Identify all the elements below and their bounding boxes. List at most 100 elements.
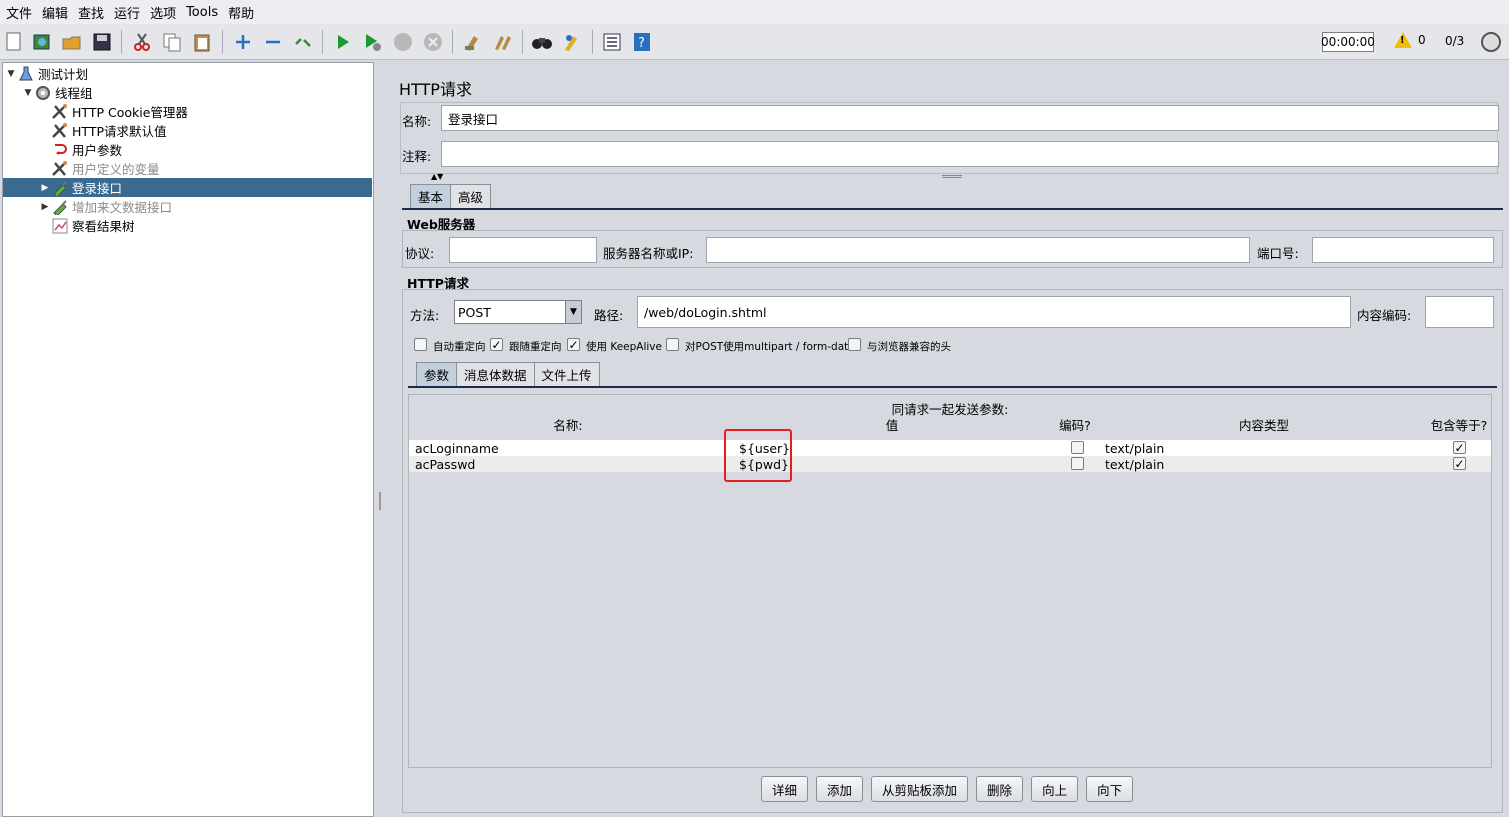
protocol-input[interactable] <box>449 237 597 263</box>
keepalive-checkbox[interactable]: ✓ <box>567 338 580 351</box>
param-encode-checkbox[interactable] <box>1071 457 1084 470</box>
open-icon[interactable] <box>61 31 83 53</box>
tab-basic[interactable]: 基本 <box>410 184 452 208</box>
copy-icon[interactable] <box>161 31 183 53</box>
table-row[interactable]: acPasswd ${pwd} text/plain ✓ <box>409 456 1491 472</box>
stop-icon[interactable] <box>392 31 414 53</box>
tree-node[interactable]: HTTP请求默认值 <box>39 121 167 140</box>
splitter[interactable] <box>375 62 385 817</box>
save-icon[interactable] <box>91 31 113 53</box>
shutdown-icon[interactable] <box>422 31 444 53</box>
encoding-label: 内容编码: <box>1357 308 1412 323</box>
chevron-down-icon[interactable]: ▼ <box>565 301 581 323</box>
column-header-content-type[interactable]: 内容类型 <box>1101 415 1427 434</box>
divider-grip[interactable] <box>942 175 962 178</box>
collapsed-arrow-icon[interactable]: ▶ <box>39 202 51 212</box>
tree-node[interactable]: 用户定义的变量 <box>39 159 160 178</box>
tree-node[interactable]: ▶ 登录接口 <box>3 178 372 197</box>
tab-advanced[interactable]: 高级 <box>450 184 492 208</box>
function-helper-icon[interactable] <box>601 31 623 53</box>
tree-node-label: 用户定义的变量 <box>72 162 160 177</box>
column-header-include-equals[interactable]: 包含等于? <box>1427 415 1491 434</box>
collapse-icon[interactable] <box>262 31 284 53</box>
param-include-equals-checkbox[interactable]: ✓ <box>1453 457 1466 470</box>
start-no-pause-icon[interactable] <box>362 31 384 53</box>
detail-button[interactable]: 详细 <box>761 776 809 802</box>
tree-node-label: 用户参数 <box>72 143 123 158</box>
param-name[interactable]: acLoginname <box>409 440 727 456</box>
browser-headers-label: 与浏览器兼容的头 <box>867 341 951 353</box>
column-header-encode[interactable]: 编码? <box>1049 415 1101 434</box>
new-icon[interactable] <box>3 31 25 53</box>
menu-search[interactable]: 查找 <box>76 3 106 22</box>
config-element-icon <box>51 160 69 177</box>
tree-node[interactable]: ▶ 增加来文数据接口 <box>39 197 172 216</box>
toggle-icon[interactable] <box>292 31 314 53</box>
panel-title: HTTP请求 <box>399 80 472 99</box>
auto-redirect-checkbox[interactable] <box>414 338 427 351</box>
column-header-name[interactable]: 名称: <box>409 415 727 434</box>
tree-node-label: HTTP请求默认值 <box>72 124 167 139</box>
menu-edit[interactable]: 编辑 <box>40 3 70 22</box>
elapsed-timer: 00:00:00 <box>1321 32 1375 52</box>
tab-body-data[interactable]: 消息体数据 <box>456 362 535 386</box>
main-tabs: 基本 高级 <box>410 184 492 208</box>
comment-input[interactable] <box>441 141 1499 167</box>
menu-help[interactable]: 帮助 <box>226 3 256 22</box>
warning-indicator[interactable]: ! 0 <box>1394 32 1426 48</box>
param-encode-checkbox[interactable] <box>1071 441 1084 454</box>
name-label: 名称: <box>402 114 432 129</box>
cut-icon[interactable] <box>131 31 153 53</box>
path-input[interactable]: /web/doLogin.shtml <box>637 296 1351 328</box>
tree-node[interactable]: HTTP Cookie管理器 <box>39 102 188 121</box>
menu-run[interactable]: 运行 <box>112 3 142 22</box>
move-down-button[interactable]: 向下 <box>1086 776 1134 802</box>
config-element-icon <box>51 103 69 120</box>
param-name[interactable]: acPasswd <box>409 456 727 472</box>
tab-file-upload[interactable]: 文件上传 <box>533 362 600 386</box>
collapsed-arrow-icon[interactable]: ▶ <box>39 183 51 193</box>
clear-all-icon[interactable] <box>492 31 514 53</box>
name-input[interactable]: 登录接口 <box>441 105 1499 131</box>
svg-text:?: ? <box>638 36 645 51</box>
encoding-input[interactable] <box>1425 296 1494 328</box>
server-input[interactable] <box>706 237 1250 263</box>
delete-button[interactable]: 删除 <box>976 776 1024 802</box>
move-up-button[interactable]: 向上 <box>1031 776 1079 802</box>
tree-node[interactable]: 察看结果树 <box>39 216 135 235</box>
follow-redirect-checkbox[interactable]: ✓ <box>490 338 503 351</box>
menu-tools[interactable]: Tools <box>184 5 220 20</box>
clear-icon[interactable] <box>461 31 483 53</box>
add-button[interactable]: 添加 <box>816 776 864 802</box>
param-include-equals-checkbox[interactable]: ✓ <box>1453 441 1466 454</box>
menu-options[interactable]: 选项 <box>148 3 178 22</box>
param-content-type[interactable]: text/plain <box>1101 440 1427 456</box>
help-icon[interactable]: ? <box>631 31 653 53</box>
follow-redirect-label: 跟随重定向 <box>509 341 562 353</box>
paste-icon[interactable] <box>191 31 213 53</box>
templates-icon[interactable] <box>31 31 53 53</box>
comment-label: 注释: <box>402 149 432 164</box>
start-icon[interactable] <box>332 31 354 53</box>
param-content-type[interactable]: text/plain <box>1101 456 1427 472</box>
tree-node[interactable]: ▼ 线程组 <box>22 83 93 102</box>
reset-search-icon[interactable] <box>561 31 583 53</box>
table-row[interactable]: acLoginname ${user} text/plain ✓ <box>409 440 1491 456</box>
port-input[interactable] <box>1312 237 1494 263</box>
expand-icon[interactable] <box>232 31 254 53</box>
search-icon[interactable] <box>531 31 553 53</box>
menu-file[interactable]: 文件 <box>4 3 34 22</box>
collapse-arrows-icon[interactable]: ▲▼ <box>431 172 443 181</box>
params-table: 同请求一起发送参数: 名称: 值 编码? 内容类型 包含等于? acLoginn… <box>408 394 1492 768</box>
browser-headers-checkbox[interactable] <box>848 338 861 351</box>
expanded-arrow-icon[interactable]: ▼ <box>5 69 17 79</box>
tree-node[interactable]: 用户参数 <box>39 140 122 159</box>
tree-node[interactable]: ▼ 测试计划 <box>5 64 88 83</box>
tab-parameters[interactable]: 参数 <box>416 362 458 386</box>
tree-node-label: HTTP Cookie管理器 <box>72 105 188 120</box>
warning-count: 0 <box>1418 33 1426 47</box>
multipart-checkbox[interactable] <box>666 338 679 351</box>
expanded-arrow-icon[interactable]: ▼ <box>22 88 34 98</box>
add-from-clipboard-button[interactable]: 从剪贴板添加 <box>871 776 969 802</box>
method-select[interactable]: POST ▼ <box>454 300 582 324</box>
